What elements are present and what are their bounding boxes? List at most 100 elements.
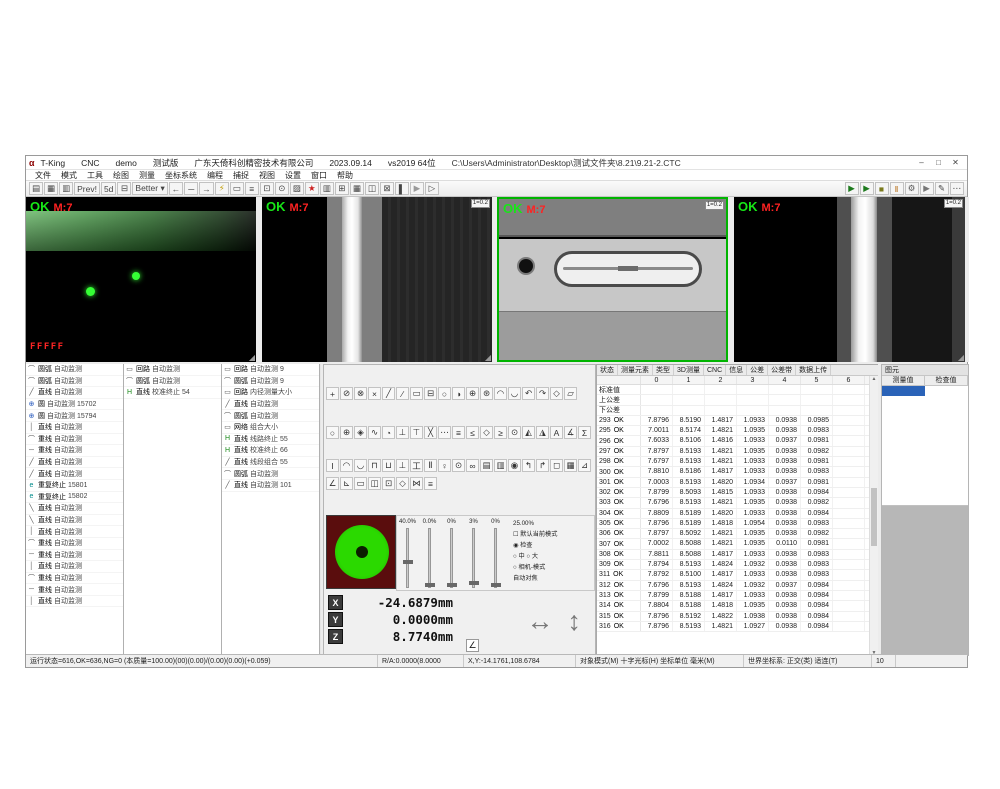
measurement-item[interactable]: ╱ 直线 自动监测 (26, 387, 123, 399)
grid-icon[interactable]: ▨ (290, 182, 304, 195)
menu-item[interactable]: 捕捉 (228, 170, 254, 181)
table-column-header[interactable]: 数据上传 (796, 365, 831, 375)
measure-tool-icon[interactable]: ○ (438, 387, 451, 400)
measurement-item[interactable]: ▭ 回路 内径测量大小 (222, 387, 319, 399)
menu-item[interactable]: 编程 (202, 170, 228, 181)
measurement-item[interactable]: ╱ 直线 自动监测 (26, 468, 123, 480)
light-slider-3[interactable]: 0% (444, 518, 459, 588)
measure-tool-icon[interactable]: A (550, 426, 563, 439)
jog-horizontal-icon[interactable]: ↔ (527, 606, 554, 636)
measurement-item[interactable]: ⌒ 重线 自动监测 (26, 573, 123, 585)
layout-icon[interactable]: ▥ (320, 182, 334, 195)
play-icon[interactable]: ▶ (845, 182, 859, 195)
measure-tool-icon[interactable]: ≤ (466, 426, 479, 439)
construct-tool-icon[interactable]: ⋈ (410, 477, 423, 490)
measurement-item[interactable]: H 直线 校准终止 54 (124, 387, 221, 399)
resize-grip-icon[interactable]: ◢ (719, 351, 725, 360)
construct-tool-icon[interactable]: ∠ (326, 477, 339, 490)
measure-tool-icon[interactable]: ↶ (522, 387, 535, 400)
construct-tool-icon[interactable]: ⊿ (578, 459, 591, 472)
settings-icon[interactable]: ⚙ (905, 182, 919, 195)
lens-radio-group[interactable]: ○ 中 ○ 大 (513, 551, 585, 560)
measure-tool-icon[interactable]: ∕ (396, 387, 409, 400)
measure-tool-icon[interactable]: ▱ (564, 387, 577, 400)
rect-select-icon[interactable]: ▭ (230, 182, 244, 195)
resize-grip-icon[interactable]: ◢ (249, 353, 255, 362)
menu-item[interactable]: 窗口 (306, 170, 332, 181)
measure-tool-icon[interactable]: ◡ (508, 387, 521, 400)
result-row[interactable]: 295 OK 7.0011 8.5174 1.4821 1.0935 0.093… (597, 426, 878, 436)
pause-icon[interactable]: ‖ (890, 182, 904, 195)
slider-track[interactable] (472, 528, 475, 588)
construct-tool-icon[interactable]: I (326, 459, 339, 472)
result-row[interactable]: 308 OK 7.8811 8.5088 1.4817 1.0933 0.093… (597, 550, 878, 560)
measure-tool-icon[interactable]: ⊙ (508, 426, 521, 439)
measure-tool-icon[interactable]: ╱ (382, 387, 395, 400)
measure-tool-icon[interactable]: ≡ (452, 426, 465, 439)
slider-handle[interactable] (425, 583, 435, 587)
scroll-up-icon[interactable]: ▲ (870, 376, 878, 382)
measurement-item[interactable]: ⌒ 圆弧 自动监测 (26, 376, 123, 388)
menu-item[interactable]: 设置 (280, 170, 306, 181)
construct-tool-icon[interactable]: ▤ (480, 459, 493, 472)
light-slider-2[interactable]: 0.0% (422, 518, 437, 588)
line-icon[interactable]: ─ (184, 182, 198, 195)
lower-tolerance-row[interactable]: 下公差 (597, 406, 878, 416)
arrow-right-icon[interactable]: → (199, 182, 214, 195)
menu-item[interactable]: 工具 (82, 170, 108, 181)
result-row[interactable]: 293 OK 7.8796 8.5190 1.4817 1.0933 0.093… (597, 416, 878, 426)
upper-tolerance-row[interactable]: 上公差 (597, 395, 878, 405)
construct-tool-icon[interactable]: ▭ (354, 477, 367, 490)
measurement-item[interactable]: H 直线 线路终止 55 (222, 434, 319, 446)
light-slider-1[interactable]: 40.0% (400, 518, 415, 588)
light-slider-5[interactable]: 0% (488, 518, 503, 588)
construct-tool-icon[interactable]: ▥ (494, 459, 507, 472)
better-dropdown[interactable]: Better ▾ (132, 182, 167, 195)
run-small-icon[interactable]: ▶ (920, 182, 934, 195)
check-value-column-header[interactable]: 检查值 (925, 376, 968, 385)
measurement-item[interactable]: ╱ 直线 自动监测 101 (222, 480, 319, 492)
measure-tool-icon[interactable]: ◇ (480, 426, 493, 439)
construct-tool-icon[interactable]: ▦ (564, 459, 577, 472)
result-row[interactable]: 311 OK 7.8792 8.5100 1.4817 1.0933 0.093… (597, 570, 878, 580)
edit-icon[interactable]: ✎ (935, 182, 949, 195)
result-row[interactable]: 296 OK 7.6033 8.5106 1.4816 1.0933 0.093… (597, 436, 878, 446)
menu-item[interactable]: 测量 (134, 170, 160, 181)
measurement-item[interactable]: ⌒ 圆弧 自动监测 (222, 468, 319, 480)
result-row[interactable]: 314 OK 7.8804 8.5188 1.4818 1.0935 0.093… (597, 601, 878, 611)
measured-value-column-header[interactable]: 测量值 (882, 376, 925, 385)
slider-track[interactable] (450, 528, 453, 588)
measure-tool-icon[interactable]: ◭ (522, 426, 535, 439)
construct-tool-icon[interactable]: ⊾ (340, 477, 353, 490)
measure-tool-icon[interactable]: ◑ (452, 387, 465, 400)
measurement-item[interactable]: ▭ 回路 自动监测 9 (222, 364, 319, 376)
result-row[interactable]: 303 OK 7.6796 8.5193 1.4821 1.0935 0.093… (597, 498, 878, 508)
menu-item[interactable]: 帮助 (332, 170, 358, 181)
table-column-header[interactable]: 测量元素 (618, 365, 653, 375)
construct-tool-icon[interactable]: Ⅱ (424, 459, 437, 472)
measurement-item[interactable]: ⌒ 圆弧 自动监测 (26, 364, 123, 376)
resize-grip-icon[interactable]: ◢ (485, 353, 491, 362)
measurement-item[interactable]: │ 直线 自动监测 (26, 526, 123, 538)
result-row[interactable]: 313 OK 7.8799 8.5188 1.4817 1.0933 0.093… (597, 591, 878, 601)
menu-item[interactable]: 视图 (254, 170, 280, 181)
measure-tool-icon[interactable]: ⊥ (396, 426, 409, 439)
z-axis-zero-button[interactable]: Z (328, 629, 343, 644)
measurement-item[interactable]: ⌒ 重线 自动监测 (26, 434, 123, 446)
maximize-button[interactable]: □ (930, 157, 947, 169)
nominal-row[interactable]: 标准值 (597, 385, 878, 395)
result-row[interactable]: 300 OK 7.8810 8.5186 1.4817 1.0933 0.093… (597, 467, 878, 477)
measure-tool-icon[interactable]: ⊤ (410, 426, 423, 439)
close-view-icon[interactable]: ⊠ (380, 182, 394, 195)
measure-tool-icon[interactable]: ◇ (550, 387, 563, 400)
measurement-item[interactable]: ╱ 直线 自动监测 (26, 457, 123, 469)
light-slider-4[interactable]: 3% (466, 518, 481, 588)
measurement-item[interactable]: e 重复终止 15802 (26, 492, 123, 504)
construct-tool-icon[interactable]: ◉ (508, 459, 521, 472)
table-column-header[interactable]: CNC (704, 365, 726, 375)
result-row[interactable]: 298 OK 7.6797 8.5193 1.4821 1.0933 0.093… (597, 457, 878, 467)
camera-view-4[interactable]: OK M:7 1=0.2 ◢ (734, 197, 965, 362)
construct-tool-icon[interactable]: ⊡ (382, 477, 395, 490)
slider-handle[interactable] (469, 581, 479, 585)
result-row[interactable]: 297 OK 7.8797 8.5193 1.4821 1.0935 0.093… (597, 447, 878, 457)
